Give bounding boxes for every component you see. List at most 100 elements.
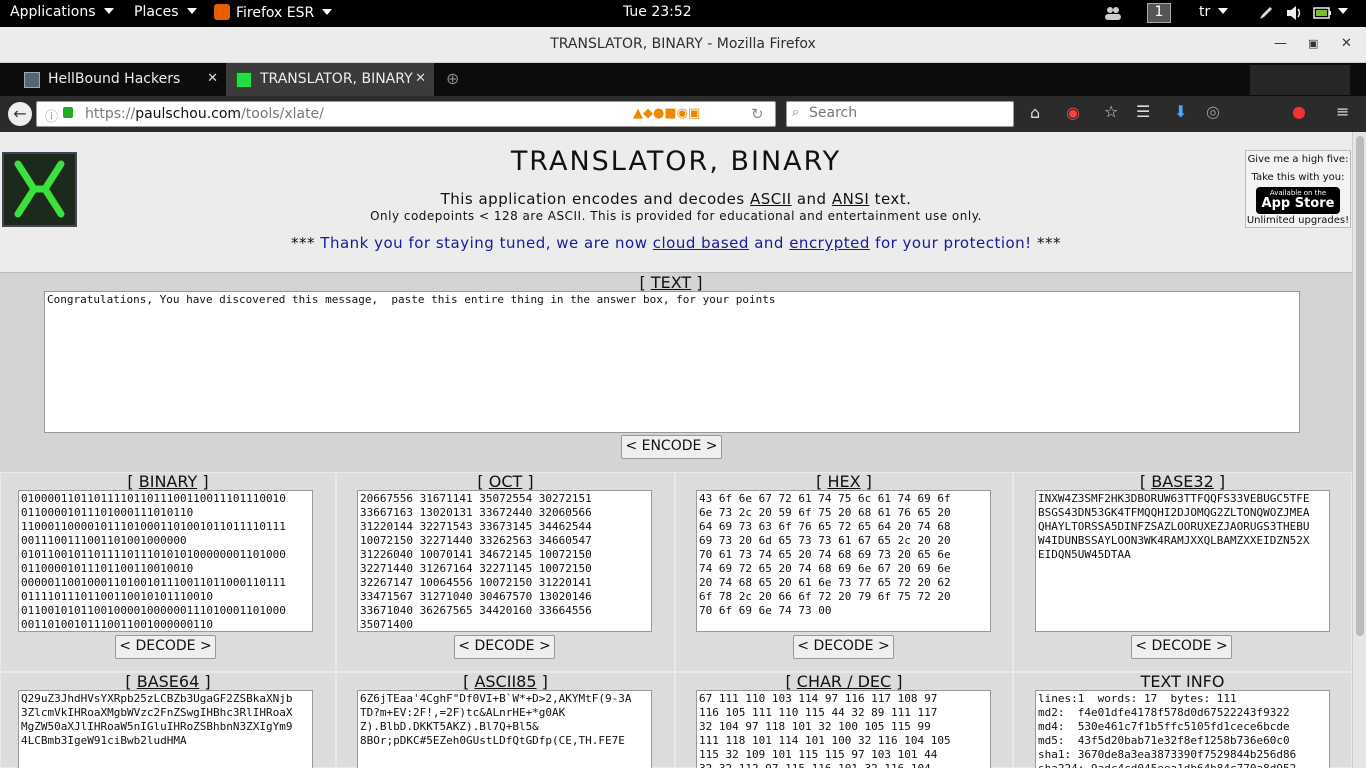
volume-icon[interactable] — [1286, 5, 1304, 25]
encode-button[interactable]: < ENCODE > — [621, 435, 722, 459]
text-heading-link[interactable]: TEXT — [651, 273, 691, 292]
oct-panel: [ OCT ] 20667556 31671141 35072554 30272… — [336, 472, 675, 672]
chevron-down-icon — [1218, 8, 1229, 14]
binary-decode-button[interactable]: < DECODE > — [115, 635, 216, 659]
addon-icon[interactable]: ◉ — [1066, 103, 1080, 122]
new-tab-icon[interactable]: ⊕ — [446, 69, 459, 88]
tab-translator-binary[interactable]: TRANSLATOR, BINARY ✕ — [226, 63, 434, 96]
extension-icon[interactable]: ◎ — [1206, 102, 1220, 121]
hellbound-favicon-icon — [24, 72, 40, 88]
chevron-down-icon — [322, 9, 333, 15]
subtitle-text: This application encodes and decodes — [440, 190, 750, 208]
keyboard-layout-label: tr — [1199, 4, 1211, 20]
users-icon[interactable] — [1104, 5, 1122, 25]
places-menu[interactable]: Places — [134, 4, 197, 20]
binary-heading: [ BINARY ] — [127, 472, 209, 491]
base64-heading-link[interactable]: BASE64 — [137, 672, 200, 691]
reading-list-icon[interactable]: ☰ — [1136, 102, 1150, 121]
oct-textarea[interactable]: 20667556 31671141 35072554 30272151 3366… — [357, 490, 652, 632]
page-title: TRANSLATOR, BINARY — [510, 146, 842, 177]
search-icon: ⌕ — [792, 105, 800, 120]
text-info-panel: TEXT INFO lines:1 words: 17 bytes: 111 m… — [1013, 672, 1352, 768]
hex-decode-button[interactable]: < DECODE > — [793, 635, 894, 659]
privacy-badge-icon[interactable]: ● — [1292, 102, 1306, 121]
maximize-button[interactable]: ▣ — [1308, 37, 1318, 50]
hex-heading-link[interactable]: HEX — [827, 472, 860, 491]
oct-heading-link[interactable]: OCT — [489, 472, 523, 491]
ansi-link[interactable]: ANSI — [832, 190, 869, 208]
chevron-down-icon — [1338, 8, 1348, 14]
keyboard-layout[interactable]: tr — [1199, 4, 1229, 20]
high-five-box: Give me a high five: Take this with you:… — [1245, 150, 1351, 228]
back-arrow-icon[interactable]: ← — [8, 102, 32, 126]
base32-heading-link[interactable]: BASE32 — [1151, 472, 1214, 491]
oct-decode-button[interactable]: < DECODE > — [454, 635, 555, 659]
char-dec-textarea[interactable]: 67 111 110 103 114 97 116 117 108 97 116… — [696, 690, 991, 768]
text-info-textarea[interactable]: lines:1 words: 17 bytes: 111 md2: f4e01d… — [1035, 690, 1330, 768]
close-tab-icon[interactable]: ✕ — [207, 71, 218, 86]
ascii85-textarea[interactable]: 6Z6jTEaa'4CghF"Df0VI+B`W*+D>2,AKYMtF(9-3… — [357, 690, 652, 768]
url-domain: paulschou.com — [135, 106, 242, 122]
translator-favicon-icon — [236, 72, 252, 88]
subtitle-text: text. — [869, 190, 912, 208]
page-scrollbar[interactable] — [1352, 132, 1366, 768]
encrypted-link[interactable]: encrypted — [789, 234, 870, 252]
chevron-down-icon — [103, 8, 114, 14]
battery-icon[interactable] — [1313, 6, 1333, 24]
reload-icon[interactable]: ↻ — [751, 105, 764, 123]
text-heading: [ TEXT ] — [639, 273, 703, 292]
page-note: Only codepoints < 128 are ASCII. This is… — [370, 209, 982, 223]
oct-heading: [ OCT ] — [477, 472, 534, 491]
char-dec-panel: [ CHAR / DEC ] 67 111 110 103 114 97 116… — [675, 672, 1013, 768]
ascii85-heading-link[interactable]: ASCII85 — [474, 672, 536, 691]
text-info-heading: TEXT INFO — [1140, 672, 1225, 691]
applications-menu[interactable]: Applications — [10, 4, 114, 20]
cloud-based-link[interactable]: cloud based — [653, 234, 749, 252]
base32-textarea[interactable]: INXW4Z3SMF2HK3DBORUW63TTFQQFS33VEBUGC5TF… — [1035, 490, 1330, 632]
ascii85-heading: [ ASCII85 ] — [463, 672, 548, 691]
hamburger-menu-icon[interactable]: ≡ — [1336, 102, 1349, 121]
window-titlebar: TRANSLATOR, BINARY - Mozilla Firefox — ▣… — [0, 27, 1366, 63]
lock-icon — [63, 107, 73, 118]
ascii-link[interactable]: ASCII — [750, 190, 792, 208]
app-store-badge[interactable]: Available on the App Store — [1256, 187, 1340, 214]
pen-icon[interactable] — [1258, 5, 1274, 25]
applications-label: Applications — [10, 4, 96, 20]
workspace-indicator[interactable]: 1 — [1147, 3, 1171, 23]
minimize-button[interactable]: — — [1274, 36, 1287, 51]
hex-panel: [ HEX ] 43 6f 6e 67 72 61 74 75 6c 61 74… — [675, 472, 1013, 672]
url-path: /tools/xlate/ — [241, 106, 324, 122]
firefox-app-menu[interactable]: Firefox ESR — [214, 4, 333, 21]
url-bar[interactable]: ⓘ https://paulschou.com/tools/xlate/ ▲◆●… — [36, 101, 776, 127]
home-icon[interactable]: ⌂ — [1030, 103, 1040, 122]
base32-decode-button[interactable]: < DECODE > — [1131, 635, 1232, 659]
clock[interactable]: Tue 23:52 — [623, 4, 692, 20]
subtitle-text: and — [791, 190, 832, 208]
page-banner: *** Thank you for staying tuned, we are … — [0, 234, 1352, 252]
hex-textarea[interactable]: 43 6f 6e 67 72 61 74 75 6c 61 74 69 6f 6… — [696, 490, 991, 632]
base64-textarea[interactable]: Q29uZ3JhdHVsYXRpb25zLCBZb3UgaGF2ZSBkaXNj… — [18, 690, 313, 768]
banner-stars: *** — [1031, 234, 1061, 252]
binary-heading-link[interactable]: BINARY — [139, 472, 197, 491]
bookmark-star-icon[interactable]: ☆ — [1104, 102, 1118, 121]
download-icon[interactable]: ⬇ — [1174, 102, 1187, 121]
close-tab-icon[interactable]: ✕ — [415, 71, 426, 86]
scrollbar-thumb[interactable] — [1356, 136, 1364, 636]
close-window-button[interactable]: ✕ — [1341, 36, 1352, 51]
system-menu[interactable] — [1338, 4, 1348, 20]
banner-text: Thank you for staying tuned, we are now — [320, 234, 653, 252]
binary-textarea[interactable]: 0100001101101111011011100110011101110010… — [18, 490, 313, 632]
search-bar[interactable]: ⌕ — [786, 101, 1014, 127]
theme-artwork — [1250, 65, 1350, 95]
base32-panel: [ BASE32 ] INXW4Z3SMF2HK3DBORUW63TTFQQFS… — [1013, 472, 1352, 672]
places-label: Places — [134, 4, 179, 20]
text-input[interactable]: Congratulations, You have discovered thi… — [44, 291, 1300, 433]
tab-hellbound-hackers[interactable]: HellBound Hackers ✕ — [14, 63, 226, 96]
extension-icons-row[interactable]: ▲◆●■◉▣ — [633, 106, 700, 121]
search-input[interactable] — [809, 105, 1009, 121]
char-dec-heading-link[interactable]: CHAR / DEC — [797, 672, 891, 691]
hifive-take: Take this with you: — [1251, 172, 1345, 183]
info-icon[interactable]: ⓘ — [45, 106, 58, 125]
chevron-down-icon — [186, 8, 197, 14]
hifive-title: Give me a high five: — [1247, 154, 1349, 165]
